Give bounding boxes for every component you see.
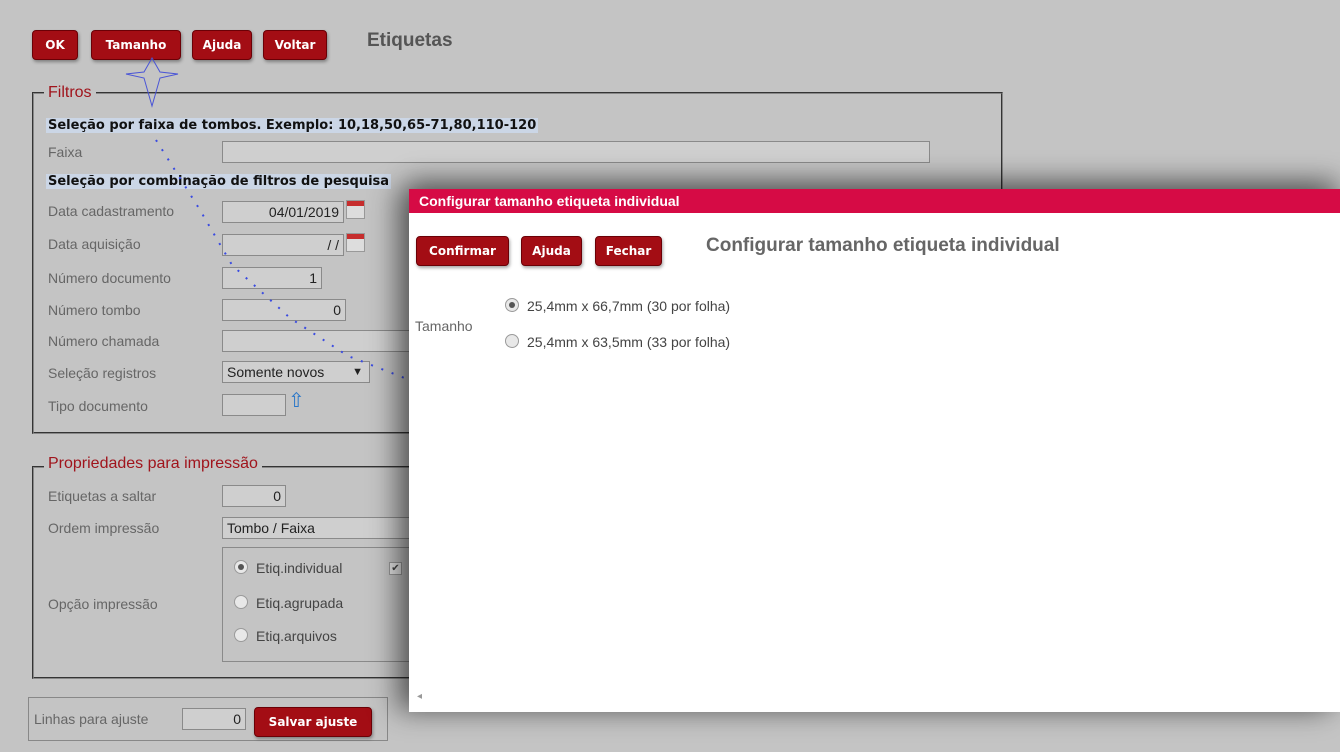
faixa-input[interactable] bbox=[222, 141, 930, 163]
etiq-arquivos-radio[interactable] bbox=[234, 628, 248, 642]
size-option-30-label: 25,4mm x 66,7mm (30 por folha) bbox=[527, 298, 731, 314]
opcao-impressao-label: Opção impressão bbox=[48, 596, 158, 612]
lookup-arrow-icon[interactable]: ⇧ bbox=[288, 390, 305, 412]
data-cadastramento-input[interactable] bbox=[222, 201, 344, 223]
linhas-ajuste-input[interactable] bbox=[182, 708, 246, 730]
checkbox[interactable]: ✔ bbox=[389, 562, 402, 575]
scroll-left-icon[interactable]: ◂ bbox=[417, 691, 422, 702]
data-aquisicao-input[interactable] bbox=[222, 234, 344, 256]
calendar-icon[interactable] bbox=[346, 233, 365, 252]
etiq-individual-radio[interactable] bbox=[234, 560, 248, 574]
ordem-impressao-label: Ordem impressão bbox=[48, 520, 160, 536]
numero-chamada-input[interactable] bbox=[222, 330, 422, 352]
etiq-agrupada-radio[interactable] bbox=[234, 595, 248, 609]
filtros-legend: Filtros bbox=[44, 84, 96, 102]
ok-button[interactable]: OK bbox=[32, 30, 78, 60]
page-title: Etiquetas bbox=[367, 30, 453, 51]
tamanho-button[interactable]: Tamanho bbox=[91, 30, 181, 60]
voltar-button[interactable]: Voltar bbox=[263, 30, 327, 60]
confirmar-button[interactable]: Confirmar bbox=[416, 236, 509, 266]
selecao-registros-select[interactable]: Somente novos ▼ bbox=[222, 361, 370, 383]
numero-tombo-label: Número tombo bbox=[48, 302, 141, 318]
configurar-tamanho-dialog: Configurar tamanho etiqueta individual C… bbox=[409, 189, 1340, 712]
dialog-heading: Configurar tamanho etiqueta individual bbox=[706, 235, 1060, 256]
data-aquisicao-label: Data aquisição bbox=[48, 236, 141, 252]
salvar-ajuste-button[interactable]: Salvar ajuste bbox=[254, 707, 372, 737]
selecao-registros-label: Seleção registros bbox=[48, 365, 157, 381]
combination-filter-header: Seleção por combinação de filtros de pes… bbox=[46, 174, 392, 189]
numero-documento-label: Número documento bbox=[48, 270, 171, 286]
dropdown-arrow-icon: ▼ bbox=[352, 366, 363, 378]
linhas-ajuste-label: Linhas para ajuste bbox=[34, 711, 149, 727]
numero-chamada-label: Número chamada bbox=[48, 333, 160, 349]
numero-documento-input[interactable] bbox=[222, 267, 322, 289]
tipo-documento-input[interactable] bbox=[222, 394, 286, 416]
range-selection-header: Seleção por faixa de tombos. Exemplo: 10… bbox=[46, 118, 539, 133]
calendar-icon[interactable] bbox=[346, 200, 365, 219]
ordem-impressao-select[interactable]: Tombo / Faixa bbox=[222, 517, 422, 539]
selecao-registros-value: Somente novos bbox=[227, 364, 325, 380]
etiquetas-saltar-label: Etiquetas a saltar bbox=[48, 488, 157, 504]
etiq-arquivos-label: Etiq.arquivos bbox=[256, 628, 337, 644]
fechar-button[interactable]: Fechar bbox=[595, 236, 662, 266]
propriedades-legend: Propriedades para impressão bbox=[44, 455, 262, 473]
faixa-label: Faixa bbox=[48, 144, 83, 160]
dialog-titlebar[interactable]: Configurar tamanho etiqueta individual bbox=[409, 189, 1340, 213]
size-option-30-radio[interactable] bbox=[505, 298, 519, 312]
tamanho-label: Tamanho bbox=[415, 318, 473, 334]
dialog-ajuda-button[interactable]: Ajuda bbox=[521, 236, 582, 266]
size-option-33-radio[interactable] bbox=[505, 334, 519, 348]
etiq-agrupada-label: Etiq.agrupada bbox=[256, 595, 344, 611]
data-cadastramento-label: Data cadastramento bbox=[48, 203, 175, 219]
size-option-33-label: 25,4mm x 63,5mm (33 por folha) bbox=[527, 334, 731, 350]
tipo-documento-label: Tipo documento bbox=[48, 398, 148, 414]
etiquetas-saltar-input[interactable] bbox=[222, 485, 286, 507]
numero-tombo-input[interactable] bbox=[222, 299, 346, 321]
etiq-individual-label: Etiq.individual bbox=[256, 560, 343, 576]
ajuda-button[interactable]: Ajuda bbox=[192, 30, 252, 60]
